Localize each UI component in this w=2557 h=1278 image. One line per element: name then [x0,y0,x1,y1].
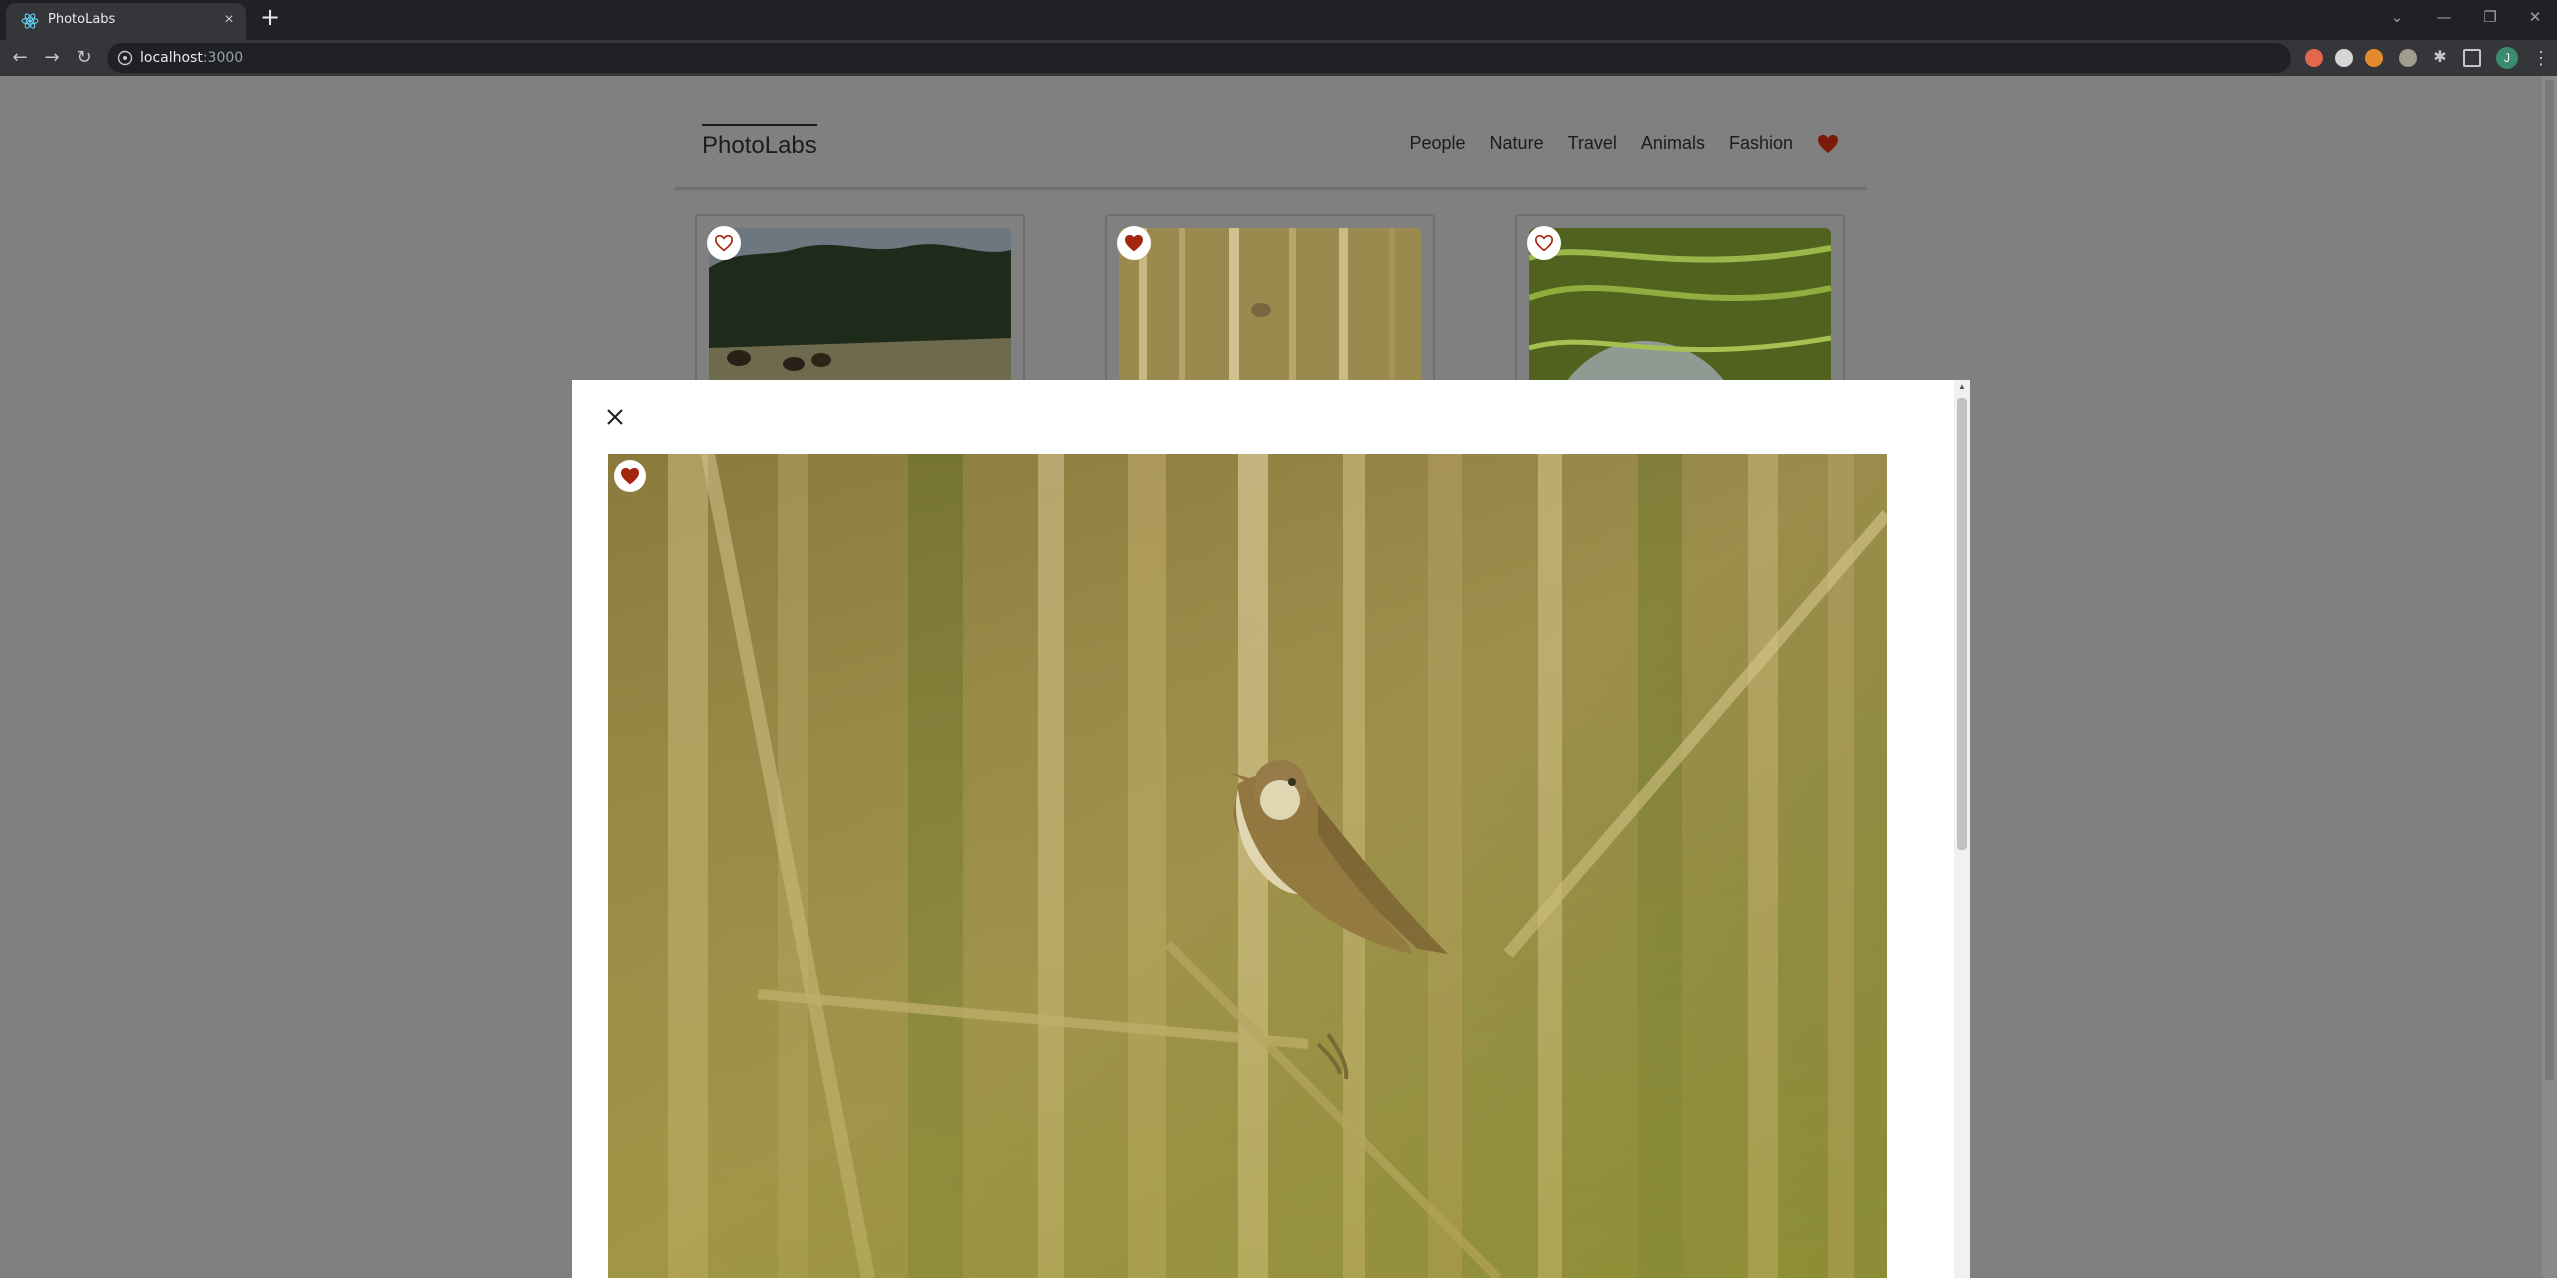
modal-main-photo [608,454,1887,1278]
restore-window-icon[interactable]: ❐ [2473,3,2507,31]
tab-close-icon[interactable]: × [220,11,238,29]
url-text: localhost:3000 [140,50,243,66]
address-bar[interactable]: localhost:3000 [107,43,2291,73]
scroll-up-arrow-icon[interactable]: ▲ [1954,380,1970,394]
page-scrollbar[interactable] [2542,76,2557,1278]
top-navigation-bar: PhotoLabs People Nature Travel Animals F… [675,76,1867,190]
site-info-icon[interactable] [117,50,133,66]
topic-list: People Nature Travel Animals Fashion [1409,133,1839,154]
topic-people[interactable]: People [1409,133,1465,154]
close-window-icon[interactable]: ✕ [2518,3,2552,31]
heart-filled-icon [620,467,640,485]
extensions-puzzle-icon[interactable]: ✱ [2431,49,2449,67]
browser-tab[interactable]: PhotoLabs × [6,3,246,40]
forward-icon[interactable]: → [41,47,63,69]
favourite-button[interactable] [1117,226,1151,260]
browser-menu-icon[interactable]: ⋮ [2532,46,2550,70]
modal-scrollbar[interactable]: ▲ [1954,380,1970,1278]
extension-icon-2[interactable] [2335,49,2353,67]
heart-outline-icon [1534,234,1554,252]
tab-title: PhotoLabs [48,12,116,27]
topic-travel[interactable]: Travel [1568,133,1617,154]
react-favicon-icon [21,13,39,29]
app-logo[interactable]: PhotoLabs [702,124,817,160]
photo-details-modal: ▲ [572,380,1970,1278]
page-scrollbar-thumb[interactable] [2545,80,2554,1080]
close-modal-icon[interactable] [602,404,628,430]
tab-search-icon[interactable]: ⌄ [2380,3,2414,31]
profile-avatar[interactable]: J [2496,47,2518,69]
fav-badge-heart-icon[interactable] [1817,134,1839,154]
topic-nature[interactable]: Nature [1490,133,1544,154]
extension-icon-1[interactable] [2305,49,2323,67]
extension-icon-3[interactable] [2365,49,2383,67]
side-panel-icon[interactable] [2463,49,2481,67]
modal-scrollbar-thumb[interactable] [1957,398,1967,850]
reed-warbler-image [608,454,1887,1278]
browser-tab-bar: PhotoLabs × + ⌄ — ❐ ✕ [0,0,2557,40]
topic-animals[interactable]: Animals [1641,133,1705,154]
heart-outline-icon [714,234,734,252]
back-icon[interactable]: ← [9,47,31,69]
extension-icon-4[interactable] [2399,49,2417,67]
favourite-button[interactable] [1527,226,1561,260]
minimize-window-icon[interactable]: — [2427,3,2461,31]
heart-filled-icon [1124,234,1144,252]
reload-icon[interactable]: ↻ [73,47,95,69]
favourite-button[interactable] [707,226,741,260]
url-port: :3000 [202,50,244,66]
new-tab-button[interactable]: + [258,5,282,30]
topic-fashion[interactable]: Fashion [1729,133,1793,154]
modal-favourite-button[interactable] [614,460,646,492]
url-host: localhost [140,50,203,66]
page-viewport: PhotoLabs People Nature Travel Animals F… [0,76,2557,1278]
browser-toolbar: ← → ↻ localhost:3000 ✱ J ⋮ [0,40,2557,76]
